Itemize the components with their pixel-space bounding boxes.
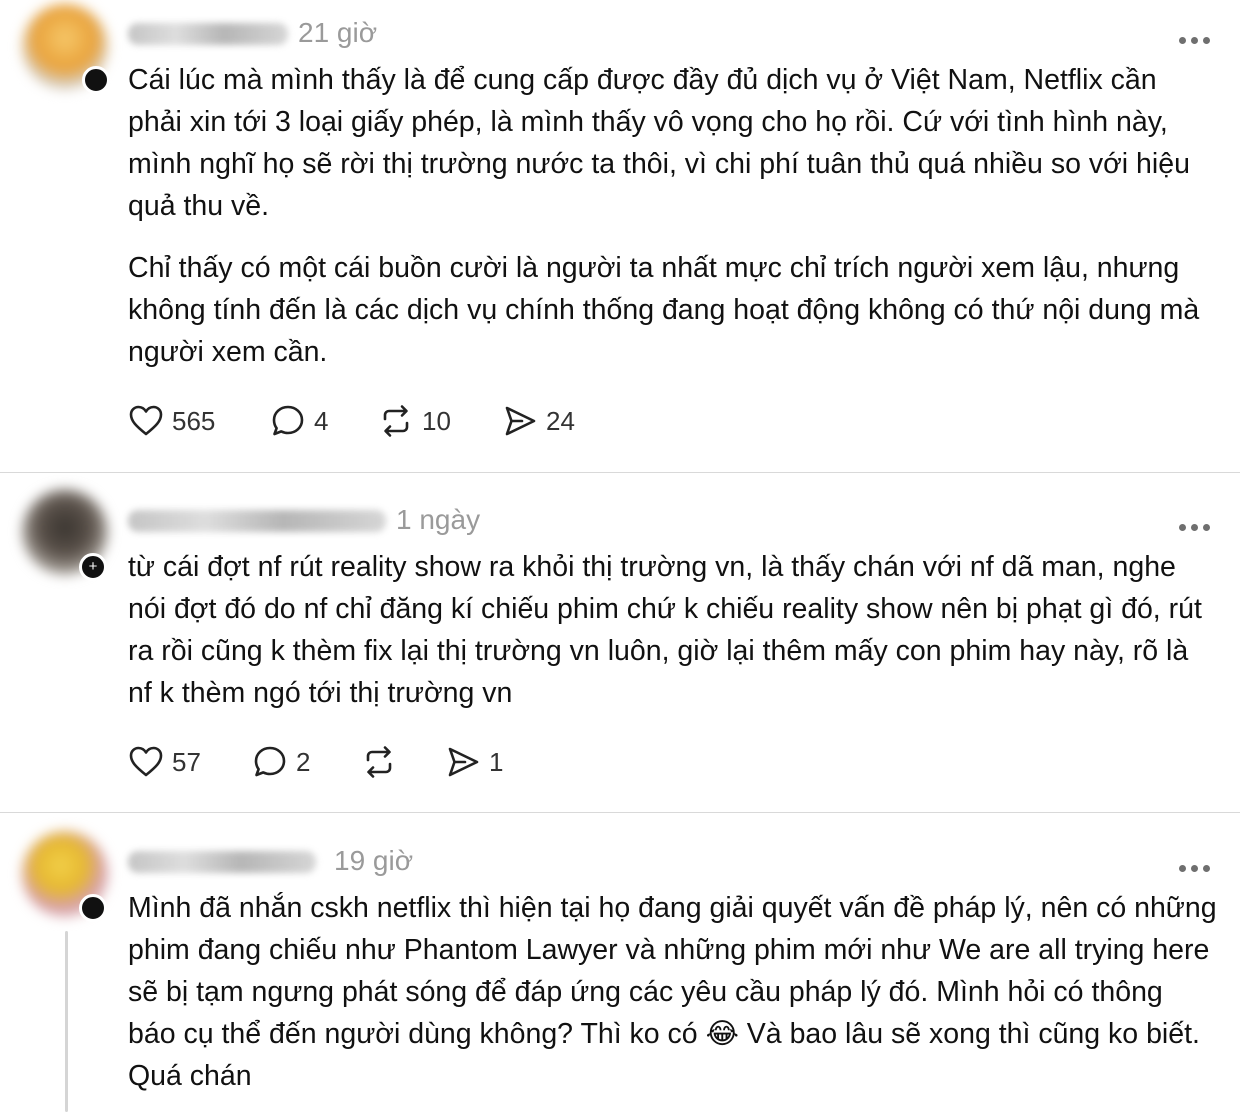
repost-icon [366, 746, 392, 778]
username-blurred[interactable] [128, 851, 316, 873]
post-3: 19 giờ Mình đã nhắn cskh netflix thì hiệ… [0, 813, 1240, 1112]
like-button[interactable]: 565 [128, 403, 215, 439]
repost-count: 10 [422, 405, 451, 436]
username-blurred[interactable] [128, 510, 386, 532]
comment-icon [272, 405, 304, 436]
like-count: 57 [172, 746, 201, 777]
reply-button[interactable]: 2 [252, 744, 310, 780]
post-1: 21 giờ Cái lúc mà mình thấy là để cung c… [0, 0, 1240, 472]
reply-button[interactable]: 4 [270, 403, 328, 439]
post-time: 21 giờ [298, 17, 378, 48]
post-time: 1 ngày [396, 504, 481, 535]
repost-button[interactable] [361, 744, 405, 780]
post-text: Mình đã nhắn cskh netflix thì hiện tại h… [128, 892, 1217, 1092]
username-blurred[interactable] [128, 23, 288, 45]
post-text: Cái lúc mà mình thấy là để cung cấp được… [128, 64, 1190, 222]
share-icon [448, 747, 479, 777]
more-icon[interactable] [1174, 505, 1210, 539]
repost-button[interactable]: 10 [378, 403, 451, 439]
heart-icon [129, 405, 163, 436]
post-2: + 1 ngày từ cái đợt nf rút reality show … [0, 473, 1240, 811]
share-button[interactable]: 1 [445, 744, 503, 780]
share-button[interactable]: 24 [502, 403, 575, 439]
heart-icon [129, 746, 163, 777]
post-text: từ cái đợt nf rút reality show ra khỏi t… [128, 551, 1202, 709]
thread-line [65, 931, 68, 1112]
share-count: 1 [489, 746, 504, 777]
follow-plus-icon[interactable]: + [79, 553, 107, 581]
comment-icon [254, 746, 286, 777]
repost-icon [383, 405, 409, 437]
reply-count: 2 [296, 746, 311, 777]
reply-count: 4 [314, 405, 329, 436]
post-time: 19 giờ [334, 845, 414, 876]
post-text: Chỉ thấy có một cái buồn cười là người t… [128, 252, 1200, 368]
follow-plus-icon[interactable] [82, 66, 110, 94]
more-icon[interactable] [1174, 846, 1210, 880]
share-icon [505, 406, 536, 436]
follow-plus-icon[interactable] [79, 894, 107, 922]
like-button[interactable]: 57 [128, 744, 201, 780]
share-count: 24 [546, 405, 575, 436]
like-count: 565 [172, 405, 216, 436]
more-icon[interactable] [1174, 18, 1210, 52]
